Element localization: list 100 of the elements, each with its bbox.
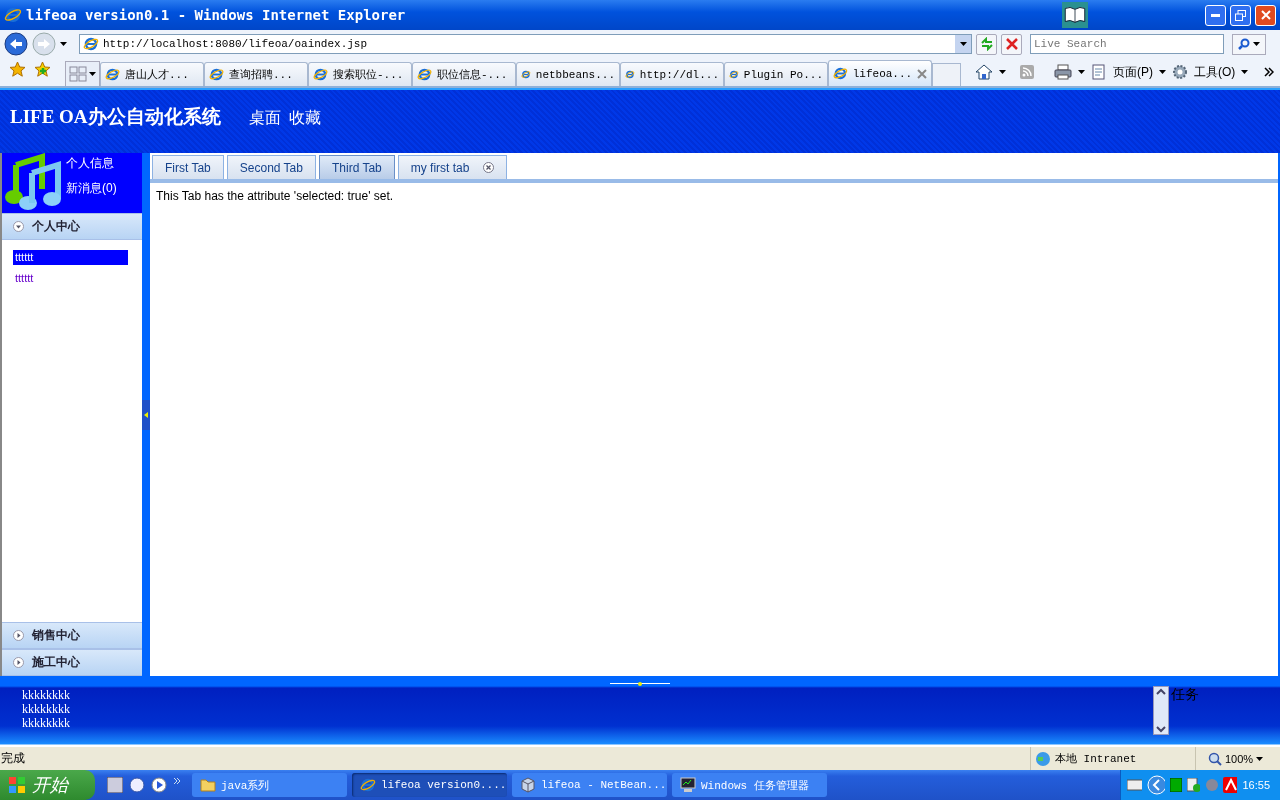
close-icon[interactable]	[483, 162, 495, 173]
tab[interactable]: Second Tab	[226, 155, 316, 179]
favorites-icon[interactable]	[9, 61, 26, 78]
search-icon	[1238, 38, 1250, 50]
refresh-icon	[979, 37, 994, 51]
splitter-handle[interactable]	[610, 682, 670, 686]
nav-link[interactable]: 桌面	[248, 108, 281, 129]
caret-icon[interactable]	[89, 72, 96, 76]
browser-tab[interactable]: 职位信息-...	[412, 62, 516, 86]
zoom-level[interactable]: 100%	[1225, 752, 1254, 765]
zoom-icon[interactable]	[1208, 751, 1222, 766]
page-menu[interactable]: 页面(P)	[1113, 63, 1153, 81]
app-icon[interactable]	[129, 777, 145, 793]
antivirus-icon[interactable]	[1222, 777, 1238, 793]
collapse-icon[interactable]	[13, 221, 24, 232]
caret-icon[interactable]	[60, 42, 67, 46]
keyboard-icon[interactable]	[1127, 779, 1142, 791]
home-icon[interactable]	[975, 64, 993, 80]
scroll-up-icon[interactable]	[1155, 687, 1167, 697]
browser-tab[interactable]: http://dl...	[620, 62, 724, 86]
browser-icon	[209, 67, 224, 82]
task-label: 任务	[1171, 686, 1199, 704]
minimize-button[interactable]	[1205, 4, 1226, 26]
restore-button[interactable]	[1230, 4, 1251, 26]
search-field[interactable]: Live Search	[1030, 34, 1224, 54]
browser-tab[interactable]: 唐山人才...	[100, 62, 204, 86]
close-icon	[1260, 10, 1271, 20]
add-favorite-icon[interactable]	[34, 61, 51, 78]
caret-icon[interactable]	[1256, 756, 1264, 761]
chevron-icon[interactable]	[1264, 67, 1275, 77]
browser-tab[interactable]: 查询招聘...	[204, 62, 308, 86]
window-title: lifeoa version0.1 - Windows Internet Explorer	[26, 7, 406, 23]
accordion-header[interactable]: 施工中心	[2, 649, 142, 676]
scroll-down-icon[interactable]	[1155, 724, 1167, 734]
accordion-header[interactable]: 销售中心	[2, 622, 142, 649]
clock: 16:55	[1242, 779, 1270, 791]
back-arrow-icon[interactable]	[1146, 775, 1166, 795]
windows-flag-icon	[8, 776, 26, 794]
close-button[interactable]	[1255, 4, 1276, 26]
section-label: 销售中心	[32, 627, 80, 644]
book-icon	[1062, 2, 1088, 28]
print-icon[interactable]	[1054, 64, 1072, 80]
caret-icon[interactable]	[999, 70, 1006, 74]
back-button[interactable]	[4, 32, 28, 56]
settings-icon[interactable]	[1172, 64, 1188, 80]
browser-icon	[833, 66, 848, 81]
browser-icon	[105, 67, 120, 82]
caret-icon[interactable]	[1078, 70, 1085, 74]
section-label: 施工中心	[32, 654, 80, 671]
browser-icon	[417, 67, 432, 82]
status-text: 完成	[0, 750, 26, 767]
stop-button[interactable]	[1001, 33, 1022, 55]
nav-link[interactable]: 收藏	[288, 108, 321, 129]
taskbar-button[interactable]: Windows 任务管理器	[672, 773, 827, 797]
music-icon	[2, 153, 64, 213]
cube-icon	[520, 777, 536, 793]
caret-icon[interactable]	[959, 42, 967, 46]
tab[interactable]: my first tab	[397, 155, 508, 179]
footer-text: kkkkkkkk	[22, 702, 70, 716]
media-player-icon[interactable]	[151, 777, 167, 793]
refresh-button[interactable]	[976, 33, 997, 55]
start-button[interactable]: 开始	[0, 770, 95, 800]
expand-icon[interactable]	[13, 630, 24, 641]
tab-content-text: This Tab has the attribute 'selected: true' set.	[155, 188, 395, 205]
address-field[interactable]: http://localhost:8080/lifeoa/oaindex.jsp	[79, 34, 972, 54]
folder-icon	[200, 778, 216, 792]
taskbar-button[interactable]: lifeoa - NetBean...	[512, 773, 667, 797]
caret-icon[interactable]	[1253, 42, 1260, 46]
menu-item[interactable]: tttttt	[13, 271, 128, 286]
browser-tab[interactable]: lifeoa...	[828, 60, 932, 86]
accordion-header[interactable]: 个人中心	[2, 213, 142, 240]
tab[interactable]: First Tab	[152, 155, 224, 179]
globe-icon	[1035, 750, 1051, 767]
caret-icon[interactable]	[1241, 70, 1249, 74]
user-link[interactable]: 个人信息	[66, 155, 117, 172]
stop-icon	[1005, 38, 1018, 50]
taskbar-button[interactable]: lifeoa version0....	[352, 773, 507, 797]
restore-icon	[1235, 9, 1246, 21]
minimize-icon	[1211, 13, 1220, 17]
tools-menu[interactable]: 工具(O)	[1194, 63, 1236, 81]
dropdown-button[interactable]	[955, 35, 971, 53]
scrollbar[interactable]	[1153, 686, 1169, 735]
tab[interactable]: Third Tab	[318, 155, 395, 179]
menu-item[interactable]: tttttt	[13, 250, 128, 265]
browser-tab[interactable]: 搜索职位-...	[308, 62, 412, 86]
browser-tab[interactable]: netbbeans...	[516, 62, 620, 86]
collapse-handle[interactable]	[142, 399, 150, 430]
user-link[interactable]: 新消息(0)	[66, 180, 117, 197]
monitor-icon	[680, 777, 696, 793]
browser-icon	[83, 36, 99, 52]
expand-icon[interactable]	[13, 657, 24, 668]
tray-icon[interactable]	[1186, 778, 1200, 792]
footer-text: kkkkkkkk	[22, 688, 70, 702]
browser-tab[interactable]: Plugin Po...	[724, 62, 828, 86]
taskbar-button[interactable]: java系列	[192, 773, 347, 797]
search-button[interactable]	[1232, 33, 1266, 55]
caret-icon[interactable]	[1159, 70, 1166, 74]
section-label: 个人中心	[32, 218, 80, 235]
close-tab-icon[interactable]	[917, 68, 927, 79]
browser-icon	[313, 67, 328, 82]
